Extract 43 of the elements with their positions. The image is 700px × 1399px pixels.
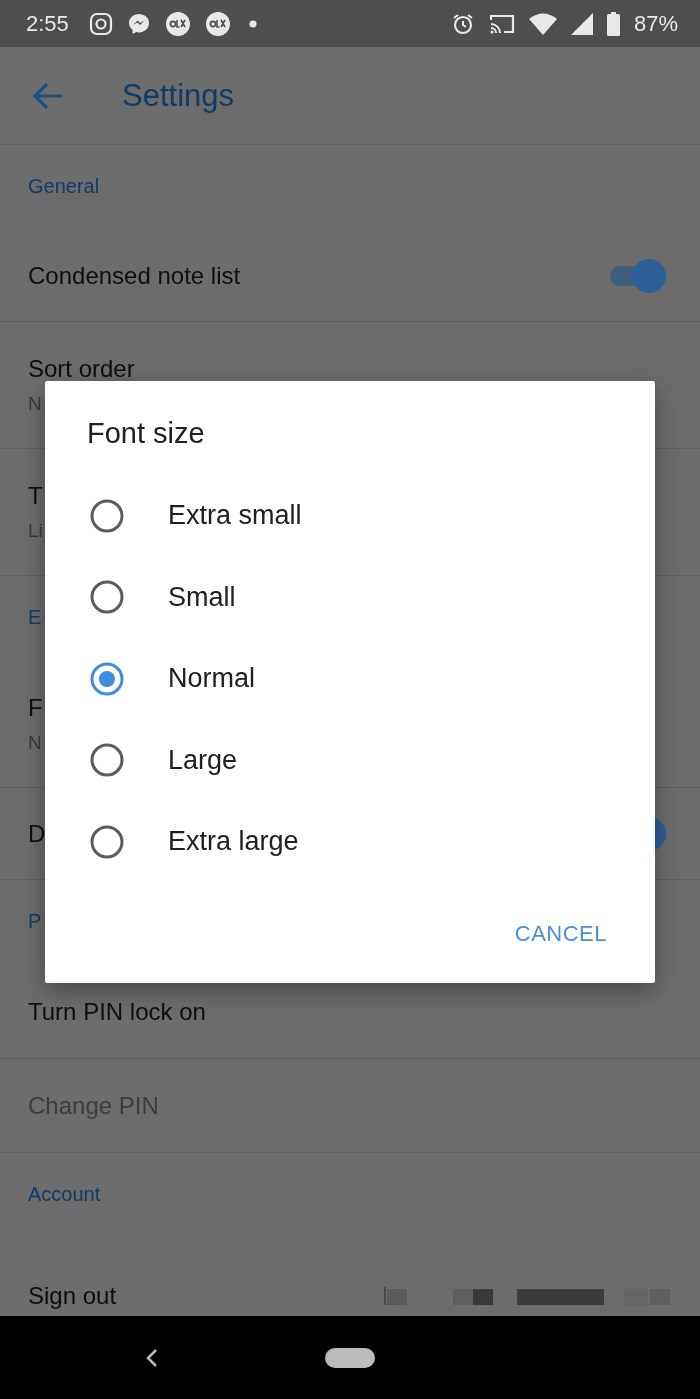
radio-button[interactable] <box>90 743 124 778</box>
cast-icon <box>488 12 515 35</box>
notification-circle-icon <box>204 10 231 37</box>
font-size-option[interactable]: Normal <box>45 638 655 720</box>
font-size-option[interactable]: Extra large <box>45 801 655 883</box>
notification-circle-icon <box>164 10 191 37</box>
setting-label[interactable]: D <box>28 819 46 848</box>
radio-button[interactable] <box>90 824 124 859</box>
clock-time: 2:55 <box>26 10 69 37</box>
section-header: Account <box>28 1183 101 1206</box>
setting-label[interactable]: T <box>28 482 43 510</box>
signal-icon <box>570 12 593 35</box>
screen-title: Settings <box>122 77 234 114</box>
radio-button[interactable] <box>90 580 124 615</box>
option-label: Small <box>168 581 236 613</box>
option-label: Extra small <box>168 500 302 532</box>
option-label: Extra large <box>168 826 299 858</box>
dialog-title: Font size <box>86 417 206 450</box>
setting-label[interactable]: F <box>28 694 43 722</box>
radio-button[interactable] <box>90 661 124 696</box>
cancel-button[interactable]: CANCEL <box>506 912 615 955</box>
toggle-switch[interactable] <box>610 258 666 293</box>
camera-app-icon <box>88 11 113 36</box>
home-button[interactable] <box>325 1348 375 1368</box>
chat-bubble-icon <box>126 11 151 36</box>
option-label: Large <box>168 744 238 776</box>
setting-label[interactable]: Sign out <box>28 1282 117 1310</box>
section-header: P <box>28 910 42 933</box>
dot-icon <box>248 19 257 28</box>
section-header: E <box>28 606 42 629</box>
battery-percentage: 87% <box>633 10 678 37</box>
font-size-option[interactable]: Large <box>45 719 655 801</box>
radio-button[interactable] <box>90 498 124 533</box>
font-size-option[interactable]: Extra small <box>45 475 655 557</box>
wifi-icon <box>528 12 557 35</box>
battery-icon <box>606 11 620 36</box>
setting-label[interactable]: Turn PIN lock on <box>28 997 206 1026</box>
setting-label[interactable]: Sort order <box>28 355 135 383</box>
setting-label[interactable]: Condensed note list <box>28 261 241 290</box>
back-button[interactable] <box>145 1348 159 1368</box>
font-size-option[interactable]: Small <box>45 556 655 638</box>
section-header: General <box>28 175 100 198</box>
option-label: Normal <box>168 663 255 695</box>
